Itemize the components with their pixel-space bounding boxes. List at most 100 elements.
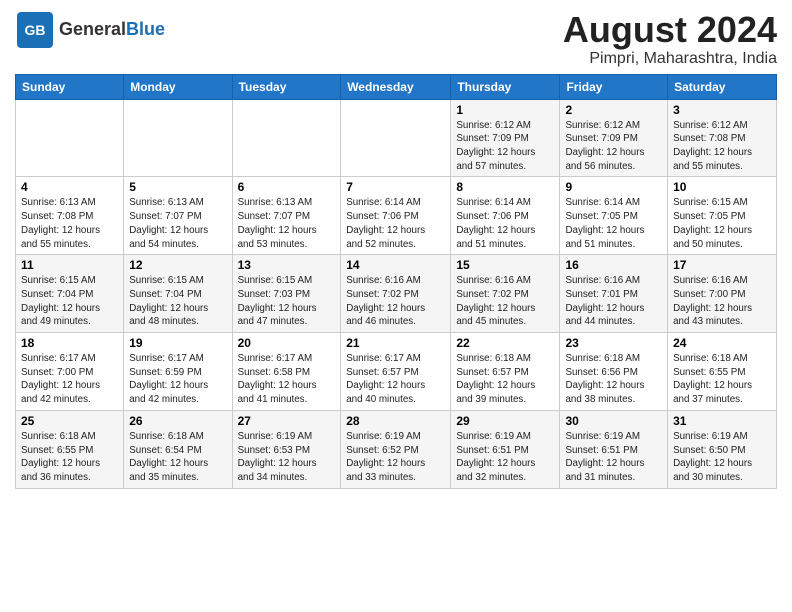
day-number: 14 [346,258,445,272]
calendar-cell: 6 Sunrise: 6:13 AM Sunset: 7:07 PM Daylig… [232,177,341,255]
week-row-4: 18 Sunrise: 6:17 AM Sunset: 7:00 PM Dayli… [16,333,777,411]
day-number: 1 [456,103,554,117]
day-info: Sunrise: 6:17 AM Sunset: 6:59 PM Dayligh… [129,352,226,407]
day-number: 6 [238,180,336,194]
day-number: 2 [565,103,662,117]
week-row-2: 4Sunrise: 6:13 AM Sunset: 7:08 PM Daylig… [16,177,777,255]
day-number: 24 [673,336,771,350]
day-header-sunday: Sunday [16,74,124,99]
day-number: 3 [673,103,771,117]
day-header-wednesday: Wednesday [341,74,451,99]
day-number: 5 [129,180,226,194]
subtitle: Pimpri, Maharashtra, India [563,50,777,68]
day-number: 20 [238,336,336,350]
day-number: 29 [456,414,554,428]
calendar-cell: 28Sunrise: 6:19 AM Sunset: 6:52 PM Dayli… [341,410,451,488]
day-number: 17 [673,258,771,272]
calendar-cell: 30Sunrise: 6:19 AM Sunset: 6:51 PM Dayli… [560,410,668,488]
day-header-tuesday: Tuesday [232,74,341,99]
logo-general: General [59,19,126,39]
day-info: Sunrise: 6:19 AM Sunset: 6:53 PM Dayligh… [238,430,336,485]
day-number: 25 [21,414,118,428]
day-info: Sunrise: 6:16 AM Sunset: 7:00 PM Dayligh… [673,274,771,329]
week-row-3: 11 Sunrise: 6:15 AM Sunset: 7:04 PM Dayli… [16,255,777,333]
calendar-cell: 2 Sunrise: 6:12 AM Sunset: 7:09 PM Daylig… [560,99,668,177]
day-number: 23 [565,336,662,350]
day-info: Sunrise: 6:19 AM Sunset: 6:50 PM Dayligh… [673,430,771,485]
day-number: 26 [129,414,226,428]
calendar-cell: 15 Sunrise: 6:16 AM Sunset: 7:02 PM Dayli… [451,255,560,333]
day-number: 28 [346,414,445,428]
calendar-cell: 29 Sunrise: 6:19 AM Sunset: 6:51 PM Dayli… [451,410,560,488]
calendar-cell: 18 Sunrise: 6:17 AM Sunset: 7:00 PM Dayli… [16,333,124,411]
day-info: Sunrise: 6:12 AM Sunset: 7:08 PM Dayligh… [673,119,771,174]
calendar-cell: 20 Sunrise: 6:17 AM Sunset: 6:58 PM Dayli… [232,333,341,411]
day-number: 27 [238,414,336,428]
day-number: 15 [456,258,554,272]
logo-icon: GB [15,10,55,50]
calendar-cell: 7 Sunrise: 6:14 AM Sunset: 7:06 PM Daylig… [341,177,451,255]
day-info: Sunrise: 6:15 AM Sunset: 7:04 PM Dayligh… [21,274,118,329]
calendar-cell: 17 Sunrise: 6:16 AM Sunset: 7:00 PM Dayli… [668,255,777,333]
calendar-cell: 23Sunrise: 6:18 AM Sunset: 6:56 PM Dayli… [560,333,668,411]
day-info: Sunrise: 6:15 AM Sunset: 7:04 PM Dayligh… [129,274,226,329]
calendar-body: 1 Sunrise: 6:12 AM Sunset: 7:09 PM Daylig… [16,99,777,488]
calendar-cell: 14 Sunrise: 6:16 AM Sunset: 7:02 PM Dayli… [341,255,451,333]
calendar-table: SundayMondayTuesdayWednesdayThursdayFrid… [15,74,777,489]
day-number: 8 [456,180,554,194]
day-number: 31 [673,414,771,428]
calendar-cell: 11 Sunrise: 6:15 AM Sunset: 7:04 PM Dayli… [16,255,124,333]
day-header-saturday: Saturday [668,74,777,99]
main-title: August 2024 [563,10,777,50]
day-info: Sunrise: 6:16 AM Sunset: 7:02 PM Dayligh… [456,274,554,329]
calendar-cell: 22 Sunrise: 6:18 AM Sunset: 6:57 PM Dayli… [451,333,560,411]
day-info: Sunrise: 6:18 AM Sunset: 6:54 PM Dayligh… [129,430,226,485]
calendar-cell: 19 Sunrise: 6:17 AM Sunset: 6:59 PM Dayli… [124,333,232,411]
calendar-cell [232,99,341,177]
week-row-1: 1 Sunrise: 6:12 AM Sunset: 7:09 PM Daylig… [16,99,777,177]
day-info: Sunrise: 6:19 AM Sunset: 6:51 PM Dayligh… [456,430,554,485]
calendar-cell: 27 Sunrise: 6:19 AM Sunset: 6:53 PM Dayli… [232,410,341,488]
calendar-cell: 10Sunrise: 6:15 AM Sunset: 7:05 PM Dayli… [668,177,777,255]
day-number: 22 [456,336,554,350]
svg-text:GB: GB [25,22,46,38]
logo-text: GeneralBlue [59,20,165,40]
calendar-cell: 5 Sunrise: 6:13 AM Sunset: 7:07 PM Daylig… [124,177,232,255]
day-info: Sunrise: 6:13 AM Sunset: 7:07 PM Dayligh… [129,196,226,251]
day-number: 21 [346,336,445,350]
day-number: 9 [565,180,662,194]
days-header-row: SundayMondayTuesdayWednesdayThursdayFrid… [16,74,777,99]
day-info: Sunrise: 6:14 AM Sunset: 7:06 PM Dayligh… [456,196,554,251]
calendar-cell: 31 Sunrise: 6:19 AM Sunset: 6:50 PM Dayli… [668,410,777,488]
title-area: August 2024 Pimpri, Maharashtra, India [563,10,777,68]
day-info: Sunrise: 6:16 AM Sunset: 7:02 PM Dayligh… [346,274,445,329]
day-info: Sunrise: 6:17 AM Sunset: 7:00 PM Dayligh… [21,352,118,407]
calendar-cell [341,99,451,177]
day-info: Sunrise: 6:18 AM Sunset: 6:55 PM Dayligh… [673,352,771,407]
day-number: 19 [129,336,226,350]
calendar-cell: 12 Sunrise: 6:15 AM Sunset: 7:04 PM Dayli… [124,255,232,333]
day-info: Sunrise: 6:14 AM Sunset: 7:06 PM Dayligh… [346,196,445,251]
calendar-cell [16,99,124,177]
calendar-cell: 25Sunrise: 6:18 AM Sunset: 6:55 PM Dayli… [16,410,124,488]
calendar-cell: 1Sunrise: 6:12 AM Sunset: 7:09 PM Daylig… [451,99,560,177]
day-number: 12 [129,258,226,272]
day-info: Sunrise: 6:12 AM Sunset: 7:09 PM Dayligh… [565,119,662,174]
day-info: Sunrise: 6:15 AM Sunset: 7:05 PM Dayligh… [673,196,771,251]
day-header-monday: Monday [124,74,232,99]
day-info: Sunrise: 6:13 AM Sunset: 7:07 PM Dayligh… [238,196,336,251]
calendar-cell: 9Sunrise: 6:14 AM Sunset: 7:05 PM Daylig… [560,177,668,255]
day-info: Sunrise: 6:18 AM Sunset: 6:57 PM Dayligh… [456,352,554,407]
day-number: 7 [346,180,445,194]
day-info: Sunrise: 6:17 AM Sunset: 6:58 PM Dayligh… [238,352,336,407]
logo: GB GeneralBlue [15,10,165,50]
page: GB GeneralBlue August 2024 Pimpri, Mahar… [0,0,792,499]
day-number: 18 [21,336,118,350]
header-area: GB GeneralBlue August 2024 Pimpri, Mahar… [15,10,777,68]
calendar-cell [124,99,232,177]
day-info: Sunrise: 6:15 AM Sunset: 7:03 PM Dayligh… [238,274,336,329]
day-info: Sunrise: 6:17 AM Sunset: 6:57 PM Dayligh… [346,352,445,407]
week-row-5: 25Sunrise: 6:18 AM Sunset: 6:55 PM Dayli… [16,410,777,488]
day-number: 11 [21,258,118,272]
day-header-friday: Friday [560,74,668,99]
